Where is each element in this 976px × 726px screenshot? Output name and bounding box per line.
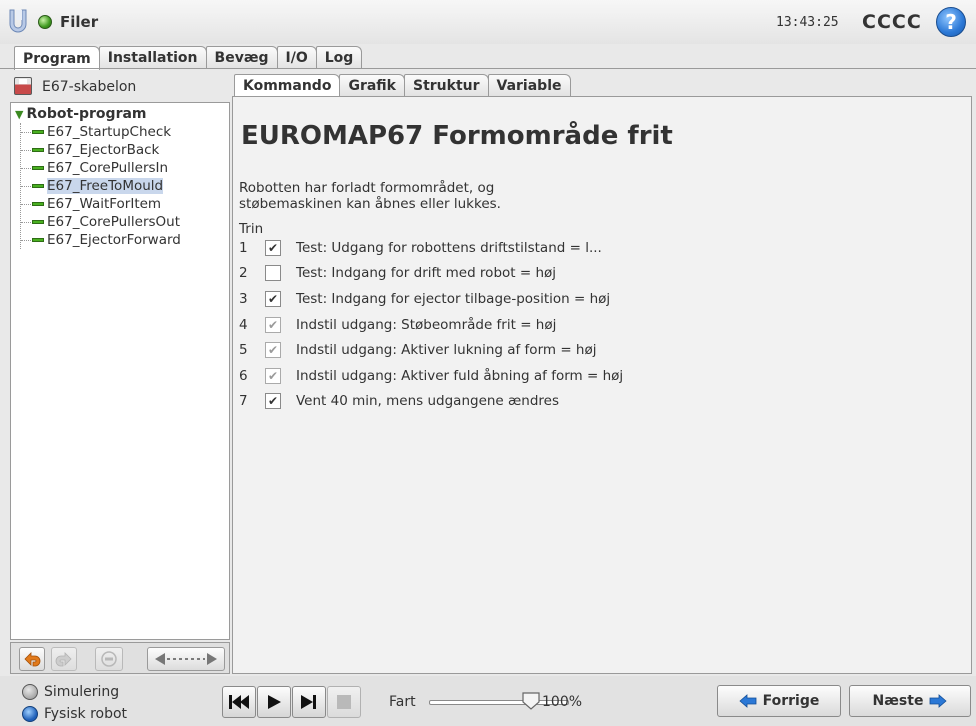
command-panel: EUROMAP67 Formområde frit Robotten har f… — [232, 96, 972, 674]
tree-toolbar — [10, 642, 230, 674]
robot-name: CCCC — [862, 11, 922, 33]
step-row: 1 ✔ Test: Udgang for robottens driftstil… — [239, 240, 602, 256]
redo-button[interactable] — [51, 647, 77, 671]
radio-on-icon[interactable] — [22, 706, 38, 722]
node-status-icon — [32, 148, 44, 152]
tab-program[interactable]: Program — [14, 46, 100, 70]
skip-back-icon — [229, 695, 249, 709]
step-row: 2 Test: Indgang for drift med robot = hø… — [239, 265, 557, 281]
node-status-icon — [32, 220, 44, 224]
expand-triangle-icon[interactable]: ▼ — [15, 108, 23, 121]
help-icon[interactable]: ? — [936, 7, 966, 37]
tab-command[interactable]: Kommando — [234, 74, 341, 96]
clock: 13:43:25 — [776, 15, 839, 30]
arrow-left-icon — [739, 694, 757, 708]
undo-icon — [24, 652, 41, 667]
tree-item-freetomould[interactable]: E67_FreeToMould — [21, 177, 164, 195]
description: Robotten har forladt formområdet, og stø… — [239, 180, 501, 212]
step-row: 5 ✔ Indstil udgang: Aktiver lukning af f… — [239, 342, 597, 358]
speed-label: Fart — [389, 694, 416, 710]
suppress-button[interactable] — [95, 647, 123, 671]
program-tree[interactable]: ▼ Robot-program E67_StartupCheck E67_Ejec… — [10, 102, 230, 640]
rewind-button[interactable] — [222, 686, 256, 718]
tab-structure[interactable]: Struktur — [403, 74, 489, 96]
step-checkbox[interactable]: ✔ — [265, 291, 281, 307]
suppress-icon — [101, 651, 117, 667]
robot-status-icon — [38, 15, 52, 29]
arrows-dashed-icon — [155, 653, 217, 665]
mode-simulation[interactable]: Simulering — [22, 684, 119, 700]
tree-item-ejectorback[interactable]: E67_EjectorBack — [21, 141, 159, 159]
node-status-icon — [32, 184, 44, 188]
ur-logo-icon[interactable] — [8, 8, 30, 34]
speed-value: 100% — [542, 694, 583, 710]
step-row: 7 ✔ Vent 40 min, mens udgangene ændres — [239, 393, 560, 409]
tree-item-ejectorforward[interactable]: E67_EjectorForward — [21, 231, 181, 249]
stop-button[interactable] — [327, 686, 361, 718]
undo-button[interactable] — [19, 647, 45, 671]
cut-paste-button[interactable] — [147, 647, 225, 671]
tab-graphics[interactable]: Grafik — [339, 74, 405, 96]
step-button[interactable] — [292, 686, 326, 718]
sub-tabs: Kommando Grafik Struktur Variable — [234, 74, 571, 96]
file-menu-title[interactable]: Filer — [60, 13, 98, 31]
playback-controls — [222, 686, 361, 718]
tab-divider — [0, 68, 976, 69]
save-icon[interactable] — [14, 77, 32, 95]
play-icon — [268, 695, 281, 709]
skip-forward-icon — [301, 695, 316, 709]
node-status-icon — [32, 202, 44, 206]
step-row: 6 ✔ Indstil udgang: Aktiver fuld åbning … — [239, 368, 624, 384]
step-checkbox[interactable]: ✔ — [265, 393, 281, 409]
redo-icon — [55, 652, 72, 667]
page-title: EUROMAP67 Formområde frit — [241, 121, 673, 151]
tree-root[interactable]: ▼ Robot-program — [15, 106, 147, 122]
tree-item-corepullersout[interactable]: E67_CorePullersOut — [21, 213, 180, 231]
program-name: E67-skabelon — [42, 79, 137, 95]
tab-installation[interactable]: Installation — [98, 46, 207, 69]
top-bar: Filer 13:43:25 CCCC ? — [0, 0, 976, 44]
previous-button[interactable]: Forrige — [717, 685, 841, 717]
tree-item-waitforitem[interactable]: E67_WaitForItem — [21, 195, 161, 213]
mode-physical-robot[interactable]: Fysisk robot — [22, 706, 127, 722]
step-row: 4 ✔ Indstil udgang: Støbeområde frit = h… — [239, 317, 557, 333]
play-button[interactable] — [257, 686, 291, 718]
radio-off-icon[interactable] — [22, 684, 38, 700]
stop-icon — [337, 695, 351, 709]
tree-item-startupcheck[interactable]: E67_StartupCheck — [21, 123, 171, 141]
step-row: 3 ✔ Test: Indgang for ejector tilbage-po… — [239, 291, 611, 307]
step-checkbox[interactable]: ✔ — [265, 368, 281, 384]
arrow-right-icon — [930, 694, 948, 708]
tab-move[interactable]: Bevæg — [205, 46, 278, 69]
step-checkbox[interactable]: ✔ — [265, 317, 281, 333]
tab-variables[interactable]: Variable — [487, 74, 571, 96]
tree-root-label: Robot-program — [26, 106, 147, 122]
node-status-icon — [32, 166, 44, 170]
step-checkbox[interactable] — [265, 265, 281, 281]
node-status-icon — [32, 238, 44, 242]
step-checkbox[interactable]: ✔ — [265, 342, 281, 358]
tab-io[interactable]: I/O — [276, 46, 317, 69]
tree-item-corepullersin[interactable]: E67_CorePullersIn — [21, 159, 168, 177]
slider-thumb-icon[interactable] — [522, 692, 540, 710]
steps-label: Trin — [239, 221, 264, 237]
node-status-icon — [32, 130, 44, 134]
next-button[interactable]: Næste — [849, 685, 971, 717]
main-tabs: Program Installation Bevæg I/O Log — [14, 46, 363, 70]
step-checkbox[interactable]: ✔ — [265, 240, 281, 256]
tab-log[interactable]: Log — [315, 46, 363, 69]
